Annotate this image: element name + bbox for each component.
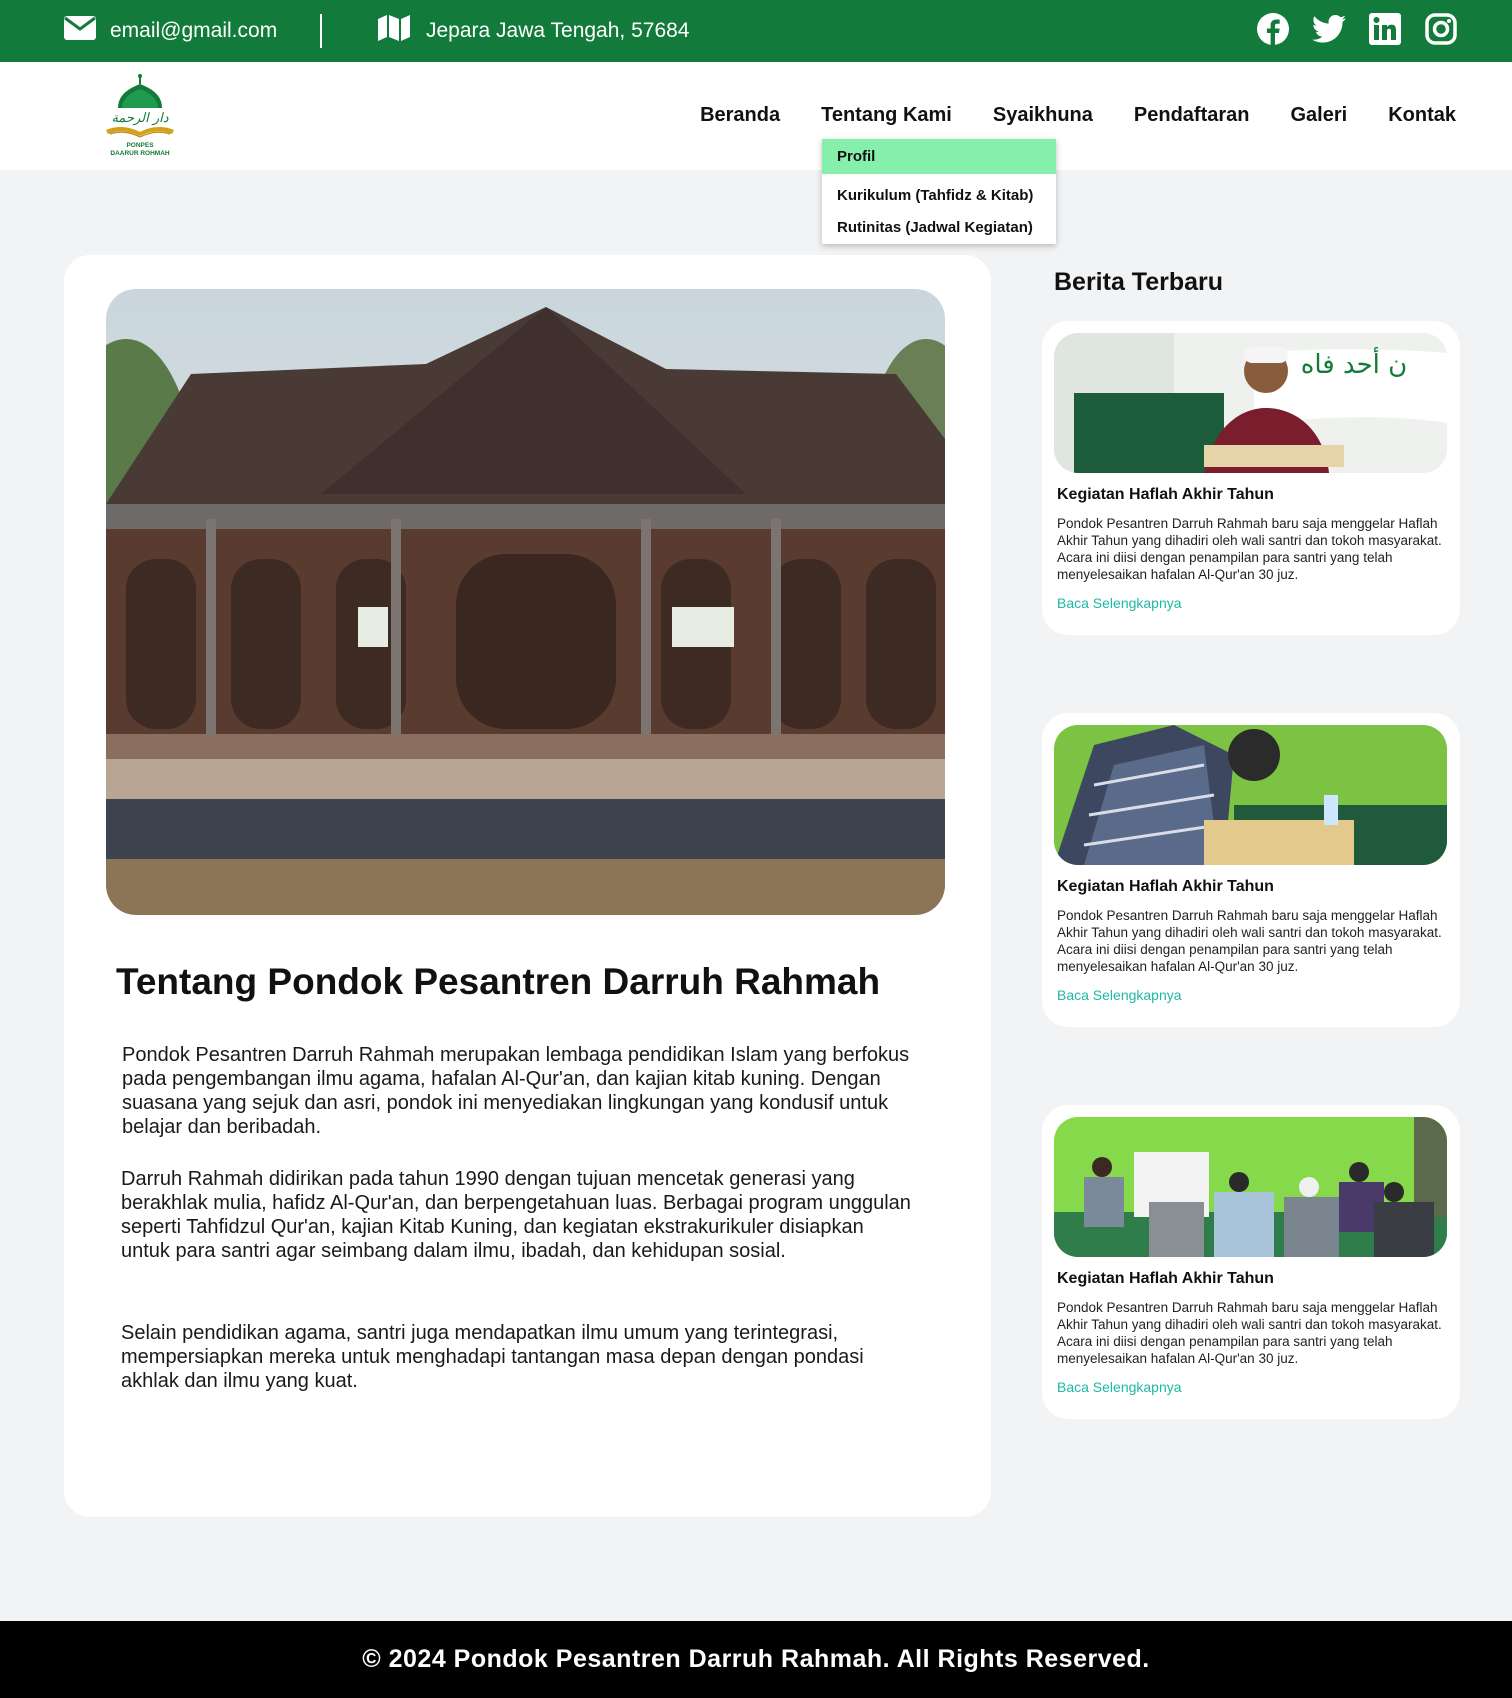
about-paragraph-2: Darruh Rahmah didirikan pada tahun 1990 … bbox=[121, 1168, 911, 1262]
top-contact-bar: email@gmail.com Jepara Jawa Tengah, 5768… bbox=[0, 0, 1512, 62]
about-title: Tentang Pondok Pesantren Darruh Rahmah bbox=[116, 961, 881, 1002]
about-paragraph-1: Pondok Pesantren Darruh Rahmah merupakan… bbox=[122, 1044, 910, 1138]
envelope-icon bbox=[64, 16, 96, 46]
divider bbox=[320, 14, 322, 48]
dropdown-item-kurikulum[interactable]: Kurikulum (Tahfidz & Kitab) bbox=[822, 181, 1056, 211]
email-text: email@gmail.com bbox=[110, 19, 278, 42]
email-contact[interactable]: email@gmail.com bbox=[64, 16, 277, 46]
read-more-link[interactable]: Baca Selengkapnya bbox=[1057, 1379, 1182, 1395]
instagram-icon[interactable] bbox=[1424, 12, 1458, 46]
social-links bbox=[1256, 12, 1458, 46]
news-title[interactable]: Kegiatan Haflah Akhir Tahun bbox=[1057, 486, 1274, 504]
linkedin-icon[interactable] bbox=[1368, 12, 1402, 46]
about-paragraph-3: Selain pendidikan agama, santri juga men… bbox=[121, 1322, 864, 1392]
svg-text:DAARUR ROHMAH: DAARUR ROHMAH bbox=[110, 150, 170, 157]
news-title[interactable]: Kegiatan Haflah Akhir Tahun bbox=[1057, 878, 1274, 896]
tentang-kami-dropdown: Profil Kurikulum (Tahfidz & Kitab) Rutin… bbox=[822, 139, 1056, 244]
news-card: ن أحد فاه Kegiatan Haflah Akhir Tahun Po… bbox=[1042, 321, 1460, 635]
news-image[interactable] bbox=[1054, 725, 1447, 865]
address-contact: Jepara Jawa Tengah, 57684 bbox=[378, 15, 689, 47]
latest-news-title: Berita Terbaru bbox=[1054, 268, 1224, 296]
dropdown-item-profil[interactable]: Profil bbox=[822, 139, 1056, 174]
nav-item-beranda[interactable]: Beranda bbox=[700, 104, 780, 127]
main-navbar: دار الرحمة PONPES DAARUR ROHMAH Beranda … bbox=[0, 62, 1512, 170]
news-description: Pondok Pesantren Darruh Rahmah baru saja… bbox=[1057, 908, 1442, 974]
news-card: Kegiatan Haflah Akhir Tahun Pondok Pesan… bbox=[1042, 1105, 1460, 1419]
news-title[interactable]: Kegiatan Haflah Akhir Tahun bbox=[1057, 1270, 1274, 1288]
facebook-icon[interactable] bbox=[1256, 12, 1290, 46]
about-card: Tentang Pondok Pesantren Darruh Rahmah P… bbox=[64, 255, 991, 1517]
nav-menu: Beranda Tentang Kami Syaikhuna Pendaftar… bbox=[700, 104, 1456, 127]
read-more-link[interactable]: Baca Selengkapnya bbox=[1057, 595, 1182, 611]
copyright-text: © 2024 Pondok Pesantren Darruh Rahmah. A… bbox=[362, 1645, 1150, 1673]
svg-text:دار الرحمة: دار الرحمة bbox=[111, 111, 168, 126]
site-logo[interactable]: دار الرحمة PONPES DAARUR ROHMAH bbox=[100, 72, 180, 158]
svg-text:ن أحد فاه: ن أحد فاه bbox=[1301, 346, 1408, 380]
news-image[interactable] bbox=[1054, 1117, 1447, 1257]
address-text: Jepara Jawa Tengah, 57684 bbox=[426, 19, 690, 42]
dropdown-item-rutinitas[interactable]: Rutinitas (Jadwal Kegiatan) bbox=[822, 213, 1056, 243]
read-more-link[interactable]: Baca Selengkapnya bbox=[1057, 987, 1182, 1003]
news-card: Kegiatan Haflah Akhir Tahun Pondok Pesan… bbox=[1042, 713, 1460, 1027]
map-icon bbox=[378, 15, 410, 47]
twitter-icon[interactable] bbox=[1312, 12, 1346, 46]
nav-item-pendaftaran[interactable]: Pendaftaran bbox=[1134, 104, 1250, 127]
news-description: Pondok Pesantren Darruh Rahmah baru saja… bbox=[1057, 1300, 1442, 1366]
pesantren-building-photo bbox=[106, 289, 945, 915]
nav-item-tentang-kami[interactable]: Tentang Kami bbox=[821, 104, 952, 127]
svg-text:PONPES: PONPES bbox=[126, 142, 154, 149]
news-description: Pondok Pesantren Darruh Rahmah baru saja… bbox=[1057, 516, 1442, 582]
nav-item-syaikhuna[interactable]: Syaikhuna bbox=[993, 104, 1093, 127]
news-image[interactable]: ن أحد فاه bbox=[1054, 333, 1447, 473]
site-footer: © 2024 Pondok Pesantren Darruh Rahmah. A… bbox=[0, 1621, 1512, 1698]
nav-item-kontak[interactable]: Kontak bbox=[1388, 104, 1456, 127]
nav-item-galeri[interactable]: Galeri bbox=[1291, 104, 1348, 127]
